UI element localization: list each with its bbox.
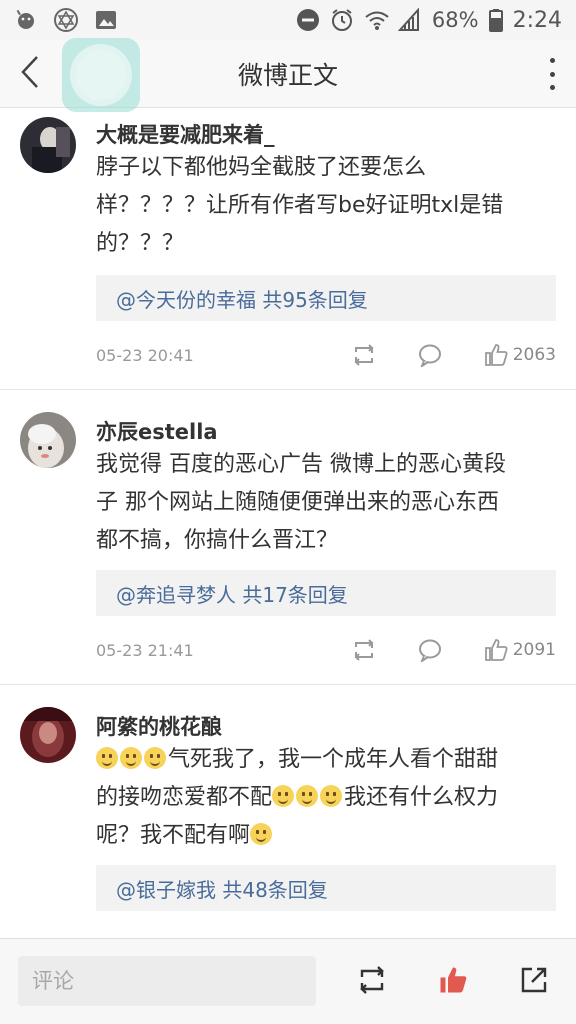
- bottom-action-bar: [0, 938, 576, 1024]
- repost-icon[interactable]: [351, 342, 377, 368]
- do-not-disturb-icon: [296, 8, 320, 32]
- comment-text: 我觉得 百度的恶心广告 微博上的恶心黄段 子 那个网站上随随便便弹出来的恶心东西…: [96, 452, 506, 553]
- comment-icon[interactable]: [417, 342, 443, 368]
- comment-item: 阿綮的桃花酿 气死我了，我一个成年人看个甜甜 的接吻恋爱都不配 我还有什么权力 呢…: [0, 685, 576, 945]
- smile-emoji-icon: [120, 747, 142, 769]
- like-count: 2063: [512, 345, 556, 365]
- username[interactable]: 大概是要减肥来着_: [96, 119, 275, 149]
- image-icon: [94, 8, 118, 32]
- comment-meta: 05-23 21:41 2091: [96, 635, 556, 665]
- avatar[interactable]: [20, 707, 76, 763]
- comment-list: 大概是要减肥来着_ 脖子以下都他妈全截肢了还要怎么 样？？？？让所有作者写be好…: [0, 109, 576, 945]
- comment-meta: 05-23 20:41 2063: [96, 340, 556, 370]
- smile-emoji-icon: [320, 785, 343, 807]
- avatar[interactable]: [20, 412, 76, 468]
- comment-text: 脖子以下都他妈全截肢了还要怎么 样？？？？让所有作者写be好证明txl是错 的？…: [96, 155, 504, 256]
- repost-button[interactable]: [355, 963, 389, 997]
- star-of-david-icon: [54, 8, 78, 32]
- comment-item: 亦辰estella 我觉得 百度的恶心广告 微博上的恶心黄段 子 那个网站上随随…: [0, 390, 576, 685]
- like-button[interactable]: 2091: [483, 637, 556, 663]
- more-options-button[interactable]: [542, 54, 562, 94]
- back-arrow-icon: [20, 55, 40, 93]
- wifi-icon: [364, 8, 389, 32]
- back-button[interactable]: [0, 40, 60, 108]
- smile-emoji-icon: [296, 785, 319, 807]
- repost-icon[interactable]: [351, 637, 377, 663]
- alarm-icon: [330, 8, 354, 32]
- comment-icon[interactable]: [417, 637, 443, 663]
- signal-icon: [397, 7, 422, 32]
- like-icon: [483, 342, 509, 368]
- floating-assistive-ball[interactable]: [62, 38, 140, 112]
- comment-input[interactable]: [18, 956, 316, 1006]
- like-button[interactable]: [436, 963, 470, 997]
- reply-summary-link[interactable]: @银子嫁我 共48条回复: [96, 865, 556, 911]
- timestamp: 05-23 21:41: [96, 640, 194, 660]
- like-button[interactable]: 2063: [483, 342, 556, 368]
- smile-emoji-icon: [96, 747, 118, 769]
- smile-emoji-icon: [272, 785, 295, 807]
- share-button[interactable]: [517, 963, 551, 997]
- clock: 2:24: [512, 7, 562, 33]
- comment-item: 大概是要减肥来着_ 脖子以下都他妈全截肢了还要怎么 样？？？？让所有作者写be好…: [0, 109, 576, 390]
- battery-percent: 68%: [431, 8, 479, 32]
- status-bar: 68% 2:24: [0, 0, 576, 40]
- smile-emoji-icon: [144, 747, 166, 769]
- more-vertical-icon: [549, 58, 555, 63]
- share-icon: [521, 967, 547, 993]
- comment-text: 气死我了，我一个成年人看个甜甜 的接吻恋爱都不配 我还有什么权力 呢？我不配有啊: [96, 747, 499, 848]
- android-icon: [14, 8, 38, 32]
- smile-emoji-icon: [250, 823, 273, 845]
- like-icon: [483, 637, 509, 663]
- avatar[interactable]: [20, 117, 76, 173]
- timestamp: 05-23 20:41: [96, 345, 194, 365]
- reply-summary-link[interactable]: @今天份的幸福 共95条回复: [96, 275, 556, 321]
- like-count: 2091: [512, 640, 556, 660]
- username[interactable]: 亦辰estella: [96, 416, 218, 446]
- reply-summary-link[interactable]: @奔追寻梦人 共17条回复: [96, 570, 556, 616]
- repost-icon: [360, 966, 384, 994]
- like-icon: [440, 967, 467, 993]
- username[interactable]: 阿綮的桃花酿: [96, 711, 222, 741]
- battery-icon: [488, 8, 503, 32]
